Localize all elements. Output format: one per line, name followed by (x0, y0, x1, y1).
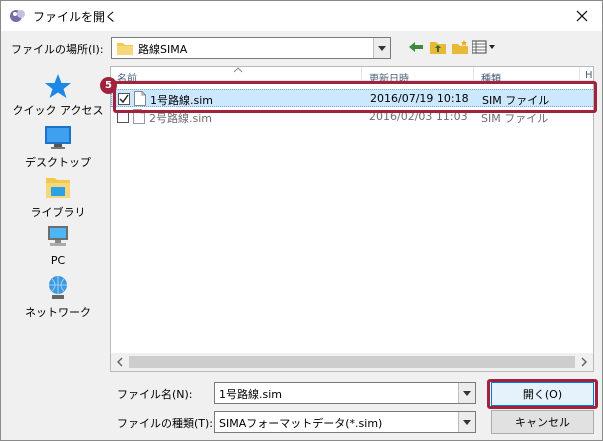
up-folder-button[interactable] (427, 37, 449, 57)
place-network[interactable]: ネットワーク (11, 274, 105, 322)
filetype-value: SIMAフォーマットデータ(*.sim) (219, 417, 383, 430)
filename-value: 1号路線.sim (219, 388, 282, 401)
file-list[interactable]: 名前 更新日時 種類 H 1号路線.sim 2016/07/19 10:18 S… (110, 66, 594, 372)
column-separator[interactable] (579, 67, 580, 81)
file-date: 2016/07/19 10:18 (370, 92, 469, 105)
scroll-right-icon[interactable] (579, 357, 589, 367)
file-type: SIM ファイル (482, 94, 550, 107)
file-row[interactable]: 2号路線.sim 2016/02/03 11:03 SIM ファイル (111, 108, 593, 126)
step-badge: 5 (100, 77, 117, 94)
chevron-down-icon[interactable] (373, 38, 390, 58)
location-label: ファイルの場所(I): (11, 43, 104, 56)
file-name: 2号路線.sim (149, 112, 212, 125)
place-label: デスクトップ (25, 156, 91, 169)
new-folder-icon (452, 40, 468, 54)
window-title: ファイルを開く (33, 10, 118, 24)
location-value: 路線SIMA (138, 43, 188, 56)
file-date: 2016/02/03 11:03 (369, 110, 468, 123)
new-folder-button[interactable] (449, 37, 471, 57)
row-checkbox[interactable] (117, 111, 129, 123)
view-menu-button[interactable] (471, 37, 497, 57)
cancel-button[interactable]: キャンセル (491, 410, 594, 434)
folder-icon (117, 41, 133, 55)
column-date[interactable]: 更新日時 (369, 70, 409, 85)
chevron-down-icon[interactable] (458, 412, 475, 432)
quick-access-star-icon (43, 72, 73, 100)
app-icon (9, 7, 27, 25)
place-desktop[interactable]: デスクトップ (11, 124, 105, 172)
open-button[interactable]: 開く(O) (491, 382, 594, 406)
horizontal-scrollbar[interactable] (111, 353, 593, 371)
network-icon (43, 274, 73, 302)
pc-icon (43, 224, 73, 252)
scroll-left-icon[interactable] (115, 357, 125, 367)
column-separator[interactable] (361, 67, 362, 81)
document-icon (134, 91, 146, 106)
column-header: 名前 更新日時 種類 H (111, 67, 593, 85)
back-button[interactable] (405, 37, 427, 57)
place-label: ネットワーク (25, 306, 91, 319)
sort-caret-icon (233, 67, 243, 73)
scrollbar-thumb[interactable] (129, 356, 575, 368)
column-size[interactable]: H (585, 70, 593, 81)
location-combobox[interactable]: 路線SIMA (111, 37, 391, 59)
filetype-label: ファイルの種類(T): (117, 417, 214, 430)
up-folder-icon (430, 42, 446, 54)
column-separator[interactable] (473, 67, 474, 81)
place-library[interactable]: ライブラリ (11, 174, 105, 222)
library-icon (43, 174, 73, 202)
places-bar: クイック アクセス デスクトップ ライブラリ PC ネットワーク (11, 66, 105, 372)
close-button[interactable] (568, 4, 596, 28)
file-type: SIM ファイル (481, 112, 549, 125)
file-row[interactable]: 1号路線.sim 2016/07/19 10:18 SIM ファイル (111, 89, 593, 107)
place-label: PC (50, 254, 66, 267)
desktop-icon (43, 124, 73, 152)
file-name: 1号路線.sim (150, 94, 213, 107)
place-label: クイック アクセス (12, 104, 104, 117)
check-icon (119, 94, 129, 104)
filename-label: ファイル名(N): (117, 388, 193, 401)
place-label: ライブラリ (30, 206, 86, 219)
place-pc[interactable]: PC (11, 224, 105, 272)
column-name[interactable]: 名前 (117, 70, 137, 85)
back-arrow-icon (409, 42, 423, 52)
view-menu-icon (472, 40, 495, 54)
document-icon (133, 109, 145, 124)
filename-combobox[interactable]: 1号路線.sim (214, 382, 476, 404)
title-bar: ファイルを開く (1, 1, 602, 31)
place-quick-access[interactable]: クイック アクセス (11, 72, 105, 120)
open-file-dialog: ファイルを開く ファイルの場所(I): 路線SIMA クイック アクセス デスク… (0, 0, 603, 441)
filetype-combobox[interactable]: SIMAフォーマットデータ(*.sim) (214, 411, 476, 433)
chevron-down-icon[interactable] (458, 383, 475, 403)
close-icon (576, 10, 588, 22)
row-checkbox[interactable] (118, 93, 130, 105)
column-type[interactable]: 種類 (481, 70, 501, 85)
